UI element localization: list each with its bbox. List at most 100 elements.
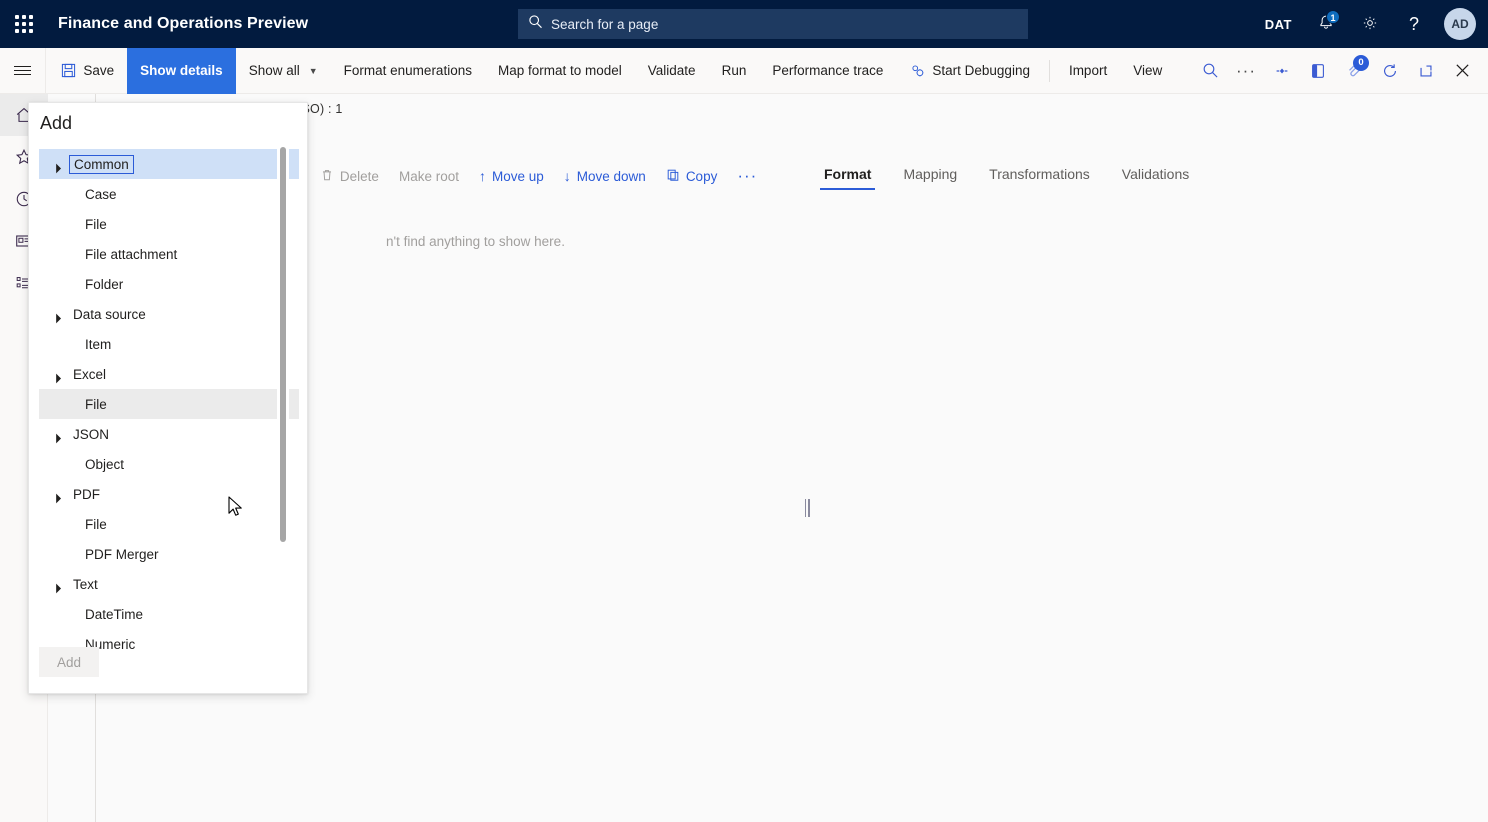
tab-transformations[interactable]: Transformations <box>973 166 1106 190</box>
command-bar-right-group: ··· 0 <box>1228 48 1488 94</box>
tree-item[interactable]: Object <box>39 449 299 479</box>
question-mark-icon: ? <box>1409 14 1419 35</box>
avatar[interactable]: AD <box>1444 8 1476 40</box>
tree-item[interactable]: ◢Text <box>39 569 299 599</box>
tree-item[interactable]: ◢Data source <box>39 299 299 329</box>
move-down-button[interactable]: ↓ Move down <box>554 160 656 192</box>
add-dialog: Add ◢CommonCaseFileFile attachmentFolder… <box>28 102 308 694</box>
arrow-up-icon: ↑ <box>479 169 486 183</box>
tree-item-label: File <box>81 396 111 413</box>
save-label: Save <box>83 63 114 78</box>
search-icon <box>528 14 543 34</box>
tree-item[interactable]: ◢Excel <box>39 359 299 389</box>
performance-trace-button[interactable]: Performance trace <box>759 48 896 94</box>
tree-item[interactable]: File <box>39 389 299 419</box>
save-button[interactable]: Save <box>46 48 127 94</box>
format-enumerations-label: Format enumerations <box>344 63 472 78</box>
tab-validations-label: Validations <box>1122 166 1189 182</box>
expand-collapse-triangle-icon[interactable]: ◢ <box>50 574 71 595</box>
map-format-to-model-label: Map format to model <box>498 63 622 78</box>
validate-button[interactable]: Validate <box>635 48 709 94</box>
import-button[interactable]: Import <box>1056 48 1120 94</box>
waffle-grid-icon[interactable] <box>0 0 48 48</box>
open-in-panel-icon[interactable] <box>1300 48 1336 94</box>
search-input[interactable]: Search for a page <box>518 9 1028 39</box>
command-bar: Save Show details Show all ▼ Format enum… <box>0 48 1488 94</box>
tree-item[interactable]: ◢JSON <box>39 419 299 449</box>
tree-item[interactable]: ◢Common <box>39 149 299 179</box>
move-down-label: Move down <box>577 169 646 184</box>
open-in-new-window-icon[interactable] <box>1408 48 1444 94</box>
make-root-button[interactable]: Make root <box>389 160 469 192</box>
designer-tabs: Format Mapping Transformations Validatio… <box>808 166 1205 190</box>
overflow-ellipsis-icon[interactable]: ··· <box>1228 48 1264 94</box>
start-debugging-button[interactable]: Start Debugging <box>896 48 1043 94</box>
more-actions-button[interactable]: ··· <box>727 160 767 192</box>
attachment-count-badge: 0 <box>1353 55 1369 71</box>
expand-collapse-triangle-icon[interactable]: ◢ <box>50 364 71 385</box>
trash-icon <box>320 168 334 184</box>
tree-item-label: File <box>81 516 111 533</box>
panel-splitter-handle[interactable] <box>805 499 811 517</box>
tree-scrollbar[interactable] <box>277 145 289 649</box>
tree-scrollbar-thumb[interactable] <box>280 147 286 542</box>
gear-icon <box>1361 14 1379 35</box>
overflow-ellipsis-icon: ··· <box>737 166 757 186</box>
tree-item-label: DateTime <box>81 606 147 623</box>
expand-collapse-triangle-icon[interactable]: ◢ <box>50 154 71 175</box>
tree-item[interactable]: ◢PDF <box>39 479 299 509</box>
tree-item[interactable]: Numeric <box>39 629 299 649</box>
help-button[interactable]: ? <box>1392 0 1436 48</box>
expand-collapse-triangle-icon[interactable]: ◢ <box>50 484 71 505</box>
format-enumerations-button[interactable]: Format enumerations <box>331 48 485 94</box>
map-format-to-model-button[interactable]: Map format to model <box>485 48 635 94</box>
command-search-icon[interactable] <box>1193 48 1228 94</box>
view-label: View <box>1133 63 1162 78</box>
settings-button[interactable] <box>1348 0 1392 48</box>
notifications-button[interactable]: 1 <box>1304 0 1348 48</box>
tree-item[interactable]: PDF Merger <box>39 539 299 569</box>
hamburger-icon[interactable] <box>0 48 46 94</box>
tree-item[interactable]: DateTime <box>39 599 299 629</box>
tab-validations[interactable]: Validations <box>1106 166 1205 190</box>
tab-mapping-label: Mapping <box>903 166 957 182</box>
tab-format[interactable]: Format <box>808 166 887 190</box>
attachment-icon[interactable]: 0 <box>1336 48 1372 94</box>
run-button[interactable]: Run <box>709 48 760 94</box>
tree-item[interactable]: File <box>39 209 299 239</box>
tree-item[interactable]: Item <box>39 329 299 359</box>
copy-label: Copy <box>686 169 718 184</box>
arrow-down-icon: ↓ <box>564 169 571 183</box>
tab-transformations-label: Transformations <box>989 166 1090 182</box>
dialog-add-button[interactable]: Add <box>39 647 99 677</box>
tree-item[interactable]: Folder <box>39 269 299 299</box>
validate-label: Validate <box>648 63 696 78</box>
view-menu[interactable]: View <box>1120 48 1175 94</box>
tree-item-label: Text <box>69 576 102 593</box>
company-selector[interactable]: DAT <box>1253 0 1304 48</box>
tree-item[interactable]: File attachment <box>39 239 299 269</box>
make-root-label: Make root <box>399 169 459 184</box>
tree-item-label: Data source <box>69 306 150 323</box>
component-tree[interactable]: ◢CommonCaseFileFile attachmentFolder◢Dat… <box>39 149 299 649</box>
close-icon[interactable] <box>1444 48 1480 94</box>
refresh-icon[interactable] <box>1372 48 1408 94</box>
links-icon[interactable] <box>1264 48 1300 94</box>
expand-collapse-triangle-icon[interactable]: ◢ <box>50 424 71 445</box>
run-label: Run <box>722 63 747 78</box>
notification-count-badge: 1 <box>1326 10 1340 24</box>
tab-mapping[interactable]: Mapping <box>887 166 973 190</box>
show-details-label: Show details <box>140 63 223 78</box>
import-label: Import <box>1069 63 1107 78</box>
tree-item[interactable]: Case <box>39 179 299 209</box>
delete-button[interactable]: Delete <box>310 160 389 192</box>
show-all-menu[interactable]: Show all ▼ <box>236 48 331 94</box>
expand-collapse-triangle-icon[interactable]: ◢ <box>50 304 71 325</box>
show-details-button[interactable]: Show details <box>127 48 236 94</box>
tree-item-label: PDF <box>69 486 104 503</box>
move-up-button[interactable]: ↑ Move up <box>469 160 554 192</box>
performance-trace-label: Performance trace <box>772 63 883 78</box>
copy-button[interactable]: Copy <box>656 160 728 192</box>
copy-icon <box>666 168 680 184</box>
tree-item[interactable]: File <box>39 509 299 539</box>
